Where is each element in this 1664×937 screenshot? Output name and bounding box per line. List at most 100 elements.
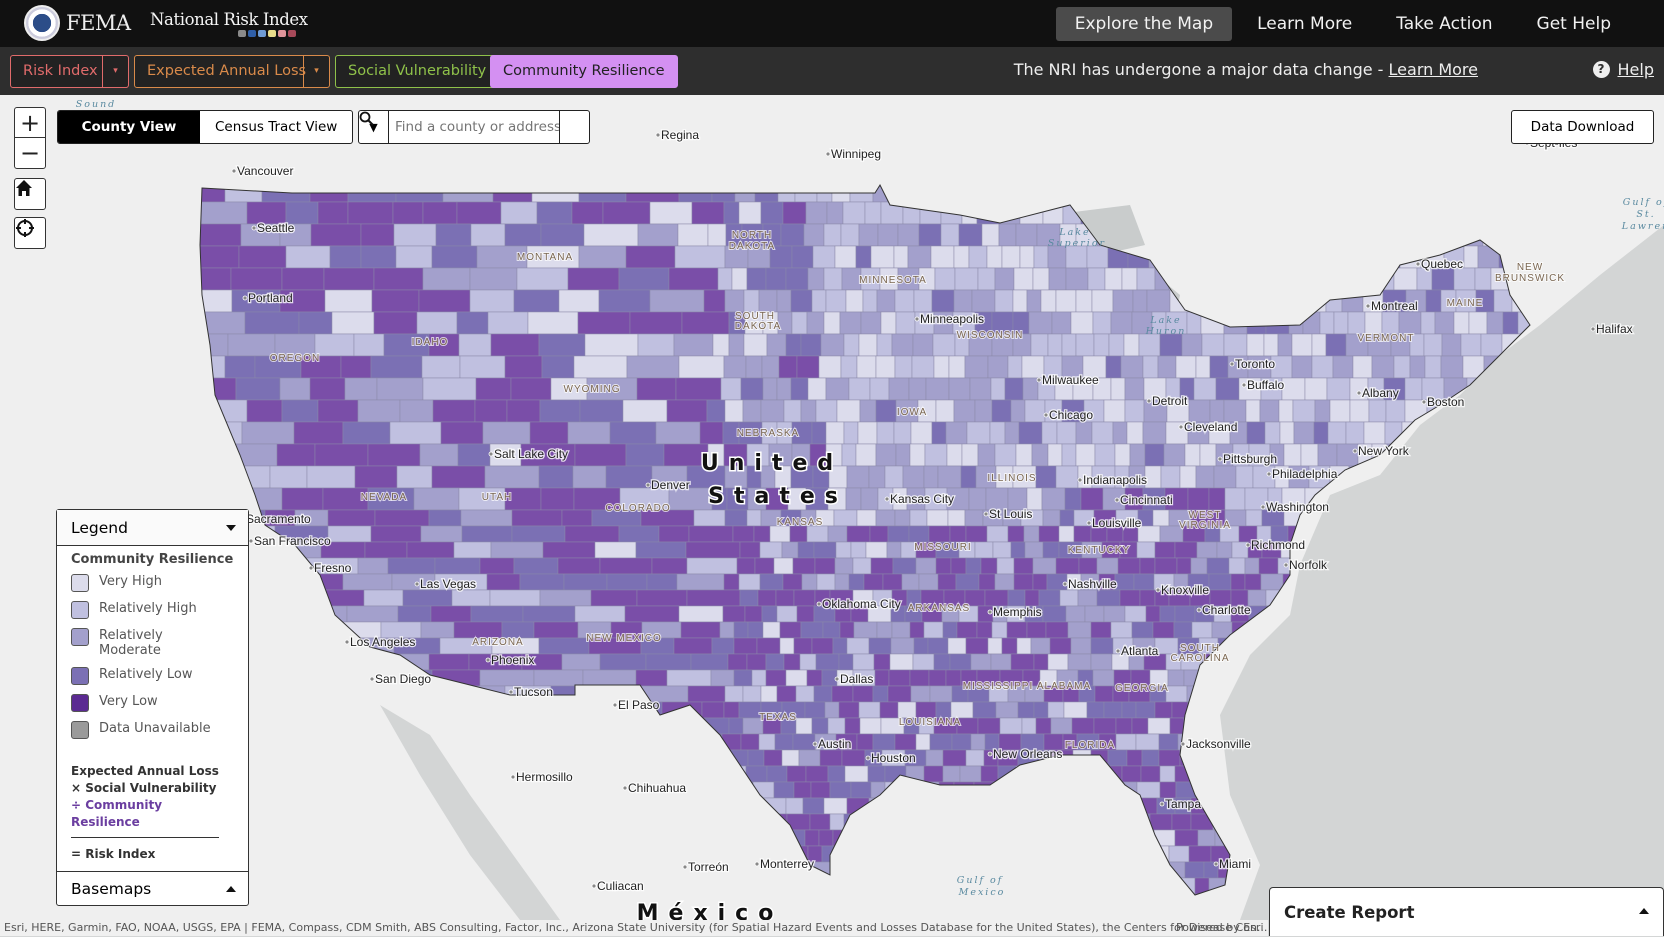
county[interactable] [1048, 267, 1067, 291]
county[interactable] [991, 621, 1008, 639]
county[interactable] [1075, 421, 1093, 445]
county[interactable] [964, 509, 984, 527]
zoom-out-button[interactable]: − [15, 138, 45, 168]
county[interactable] [1141, 749, 1160, 767]
county[interactable] [942, 749, 967, 767]
county[interactable] [1142, 355, 1159, 379]
county[interactable] [781, 749, 800, 767]
county[interactable] [1124, 605, 1147, 623]
county[interactable] [370, 355, 423, 379]
county[interactable] [527, 311, 579, 335]
county[interactable] [624, 605, 680, 623]
county[interactable] [690, 653, 729, 671]
county[interactable] [863, 573, 884, 591]
county[interactable] [703, 289, 726, 313]
county[interactable] [844, 717, 861, 735]
county[interactable] [453, 621, 503, 639]
county[interactable] [309, 377, 346, 401]
county[interactable] [1352, 355, 1373, 379]
county[interactable] [1245, 509, 1263, 527]
county[interactable] [572, 465, 607, 489]
county[interactable] [781, 541, 799, 559]
county[interactable] [814, 557, 836, 575]
county[interactable] [1223, 333, 1248, 357]
county[interactable] [1047, 333, 1063, 357]
county[interactable] [707, 223, 727, 247]
county[interactable] [422, 267, 471, 291]
county[interactable] [422, 377, 477, 401]
county[interactable] [513, 289, 560, 313]
county[interactable] [557, 557, 601, 575]
home-button[interactable] [14, 178, 46, 210]
county[interactable] [742, 685, 762, 703]
county[interactable] [1075, 289, 1093, 313]
county[interactable] [1021, 355, 1045, 379]
county[interactable] [960, 465, 977, 489]
county[interactable] [470, 223, 506, 247]
county[interactable] [1123, 333, 1140, 357]
county[interactable] [894, 733, 917, 751]
county[interactable] [1291, 333, 1313, 357]
county[interactable] [1090, 621, 1112, 639]
county[interactable] [1174, 541, 1198, 559]
county[interactable] [807, 377, 827, 401]
county[interactable] [865, 541, 888, 559]
county[interactable] [1078, 557, 1098, 575]
county[interactable] [733, 621, 749, 639]
county[interactable] [629, 311, 683, 335]
county[interactable] [1160, 465, 1181, 489]
county[interactable] [947, 637, 967, 655]
county[interactable] [1174, 829, 1199, 847]
county[interactable] [677, 223, 709, 247]
county[interactable] [809, 813, 831, 831]
county[interactable] [1133, 573, 1155, 591]
county[interactable] [841, 267, 862, 291]
tab-expected-annual-loss[interactable]: Expected Annual Loss ▾ [134, 55, 330, 88]
county[interactable] [829, 781, 852, 799]
county[interactable] [1124, 399, 1145, 423]
county[interactable] [1336, 443, 1359, 467]
county[interactable] [876, 621, 893, 639]
county[interactable] [818, 355, 842, 379]
county[interactable] [732, 525, 755, 543]
county[interactable] [479, 557, 515, 575]
county[interactable] [276, 443, 316, 467]
county[interactable] [1050, 717, 1073, 735]
county[interactable] [753, 525, 771, 543]
county[interactable] [224, 355, 256, 379]
fema-logo[interactable]: FEMA [24, 5, 131, 41]
county[interactable] [1049, 637, 1072, 655]
county[interactable] [1110, 621, 1133, 639]
county[interactable] [723, 355, 747, 379]
county[interactable] [968, 487, 987, 511]
county[interactable] [875, 509, 896, 527]
county[interactable] [1201, 333, 1225, 357]
county[interactable] [1191, 621, 1213, 639]
county[interactable] [776, 685, 797, 703]
county[interactable] [965, 749, 985, 767]
county[interactable] [428, 653, 470, 671]
county[interactable] [995, 701, 1019, 719]
county[interactable] [1171, 813, 1192, 831]
county[interactable] [923, 465, 939, 489]
county[interactable] [506, 399, 541, 423]
county[interactable] [1313, 421, 1329, 445]
county[interactable] [833, 509, 858, 527]
county[interactable] [1019, 245, 1035, 269]
county[interactable] [1119, 589, 1141, 607]
county[interactable] [756, 637, 781, 655]
county[interactable] [1131, 717, 1149, 735]
county[interactable] [347, 201, 394, 225]
county[interactable] [1006, 621, 1028, 639]
county[interactable] [599, 653, 647, 671]
county[interactable] [435, 223, 472, 247]
county[interactable] [281, 487, 324, 511]
county[interactable] [827, 525, 848, 543]
county[interactable] [891, 621, 911, 639]
county[interactable] [724, 509, 748, 527]
county[interactable] [440, 421, 484, 445]
county[interactable] [822, 621, 841, 639]
county[interactable] [1463, 245, 1479, 269]
county[interactable] [599, 557, 653, 575]
county[interactable] [246, 399, 283, 423]
